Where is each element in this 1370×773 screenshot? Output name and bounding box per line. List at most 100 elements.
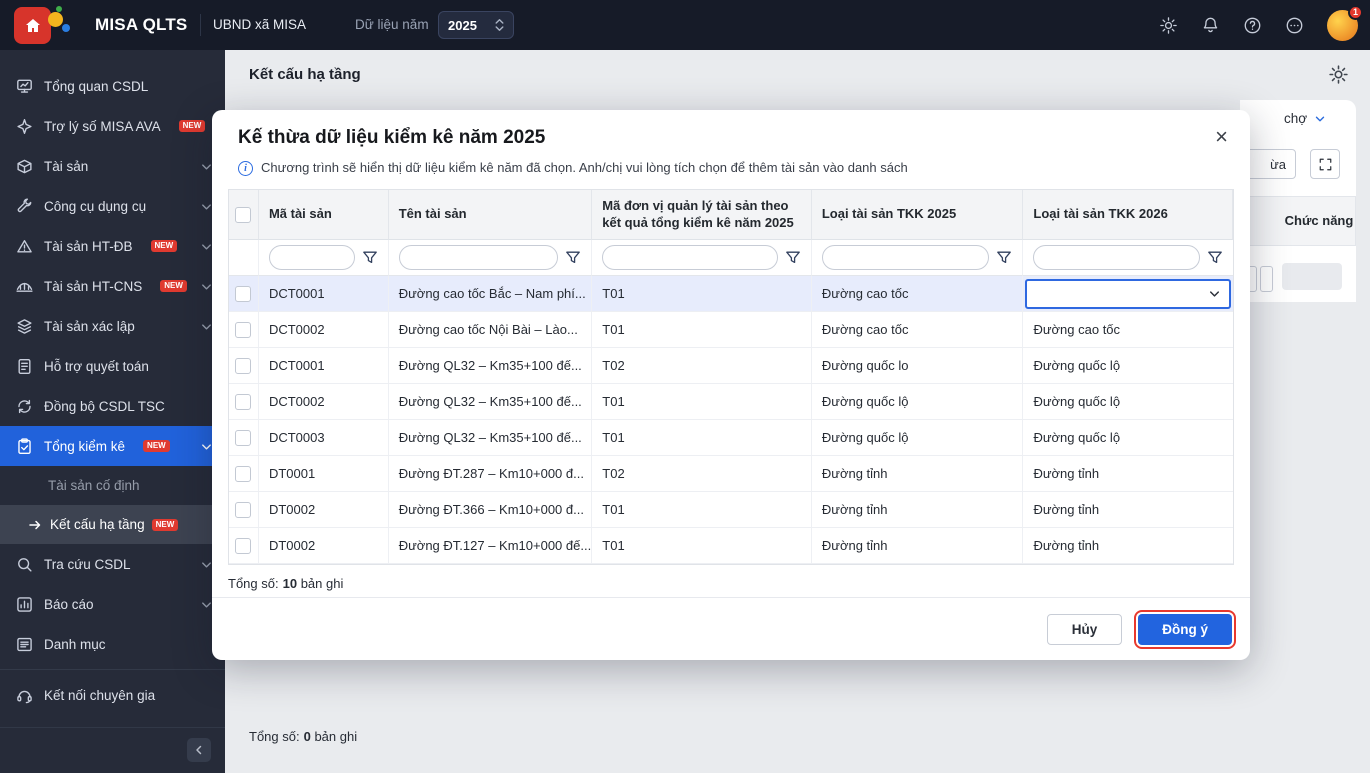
table-row[interactable]: DCT0001 Đường QL32 – Km35+100 đế... T02 … xyxy=(229,348,1234,384)
settings-gear-icon[interactable] xyxy=(1159,16,1178,35)
year-selector[interactable]: 2025 xyxy=(438,11,514,39)
notifications-bell-icon[interactable] xyxy=(1201,16,1220,35)
expand-icon xyxy=(1319,158,1331,170)
type-2026-combobox[interactable] xyxy=(1025,278,1231,309)
sidebar-item-bao-cao[interactable]: Báo cáo xyxy=(0,584,225,624)
filter-funnel-icon[interactable] xyxy=(362,250,378,266)
year-stepper-icon[interactable] xyxy=(495,17,504,33)
filter-funnel-icon[interactable] xyxy=(996,250,1012,266)
filter-code-input[interactable] xyxy=(268,245,355,270)
table-row[interactable]: DCT0002 Đường cao tốc Nội Bài – Lào... T… xyxy=(229,312,1234,348)
column-header-code: Mã tài sản xyxy=(258,190,389,240)
cell-type-2025: Đường quốc lo xyxy=(811,348,1024,384)
row-checkbox[interactable] xyxy=(235,357,252,374)
header-actions: 1 xyxy=(1159,0,1363,50)
background-fragment xyxy=(1282,263,1342,290)
sidebar-item-tro-ly-so[interactable]: Trợ lý số MISA AVA NEW xyxy=(0,106,225,146)
cell-name: Đường QL32 – Km35+100 đế... xyxy=(388,348,593,384)
arrow-right-icon xyxy=(28,518,42,532)
filter-type-2025-input[interactable] xyxy=(821,245,990,270)
filter-funnel-icon[interactable] xyxy=(1207,250,1223,266)
cell-type-2025: Đường tỉnh xyxy=(811,492,1024,528)
sidebar-item-danh-muc[interactable]: Danh mục xyxy=(0,624,225,664)
sidebar-item-dong-bo-csdl-tsc[interactable]: Đồng bộ CSDL TSC xyxy=(0,386,225,426)
sidebar-item-label: Tài sản xác lập xyxy=(44,318,135,334)
close-icon[interactable]: × xyxy=(1211,126,1232,148)
list-icon xyxy=(16,636,33,653)
sidebar-item-label: Trợ lý số MISA AVA xyxy=(44,118,161,134)
sidebar-subitem-tai-san-co-dinh[interactable]: Tài sản cố định xyxy=(0,466,225,505)
sidebar-item-label: Tài sản xyxy=(44,158,89,174)
sidebar-item-label: Tài sản HT-CNS xyxy=(44,278,143,294)
cancel-button[interactable]: Hủy xyxy=(1046,613,1123,645)
filter-funnel-icon[interactable] xyxy=(565,250,581,266)
dashboard-icon xyxy=(16,78,33,95)
confirm-button[interactable]: Đồng ý xyxy=(1134,609,1236,649)
row-checkbox[interactable] xyxy=(235,501,252,518)
cell-unit: T01 xyxy=(592,528,812,564)
filter-unit-input[interactable] xyxy=(602,245,778,270)
sidebar-item-tai-san-ht-cns[interactable]: Tài sản HT-CNS NEW xyxy=(0,266,225,306)
expand-fullscreen-button[interactable] xyxy=(1310,149,1340,179)
table-row[interactable]: DT0002 Đường ĐT.366 – Km10+000 đ... T01 … xyxy=(229,492,1234,528)
row-checkbox[interactable] xyxy=(235,321,252,338)
cell-type-2026: Đường tỉnh xyxy=(1023,528,1234,564)
column-header-type-2025: Loại tài sản TKK 2025 xyxy=(811,190,1024,240)
cell-name: Đường cao tốc Bắc – Nam phí... xyxy=(388,276,593,312)
row-checkbox[interactable] xyxy=(235,285,252,302)
top-header: MISA QLTS UBND xã MISA Dữ liệu năm 2025 … xyxy=(0,0,1370,50)
bridge-icon xyxy=(16,278,33,295)
row-checkbox[interactable] xyxy=(235,429,252,446)
total-count: 0 xyxy=(303,729,311,744)
sidebar-item-tai-san[interactable]: Tài sản xyxy=(0,146,225,186)
filter-funnel-icon[interactable] xyxy=(785,250,801,266)
filter-name-input[interactable] xyxy=(398,245,559,270)
total-count: 10 xyxy=(282,576,298,591)
row-checkbox[interactable] xyxy=(235,393,252,410)
background-filter-dropdown[interactable]: chợ xyxy=(1284,111,1327,126)
total-unit: bản ghi xyxy=(300,576,344,591)
more-options-icon[interactable] xyxy=(1285,16,1304,35)
column-header-type-2026: Loại tài sản TKK 2026 xyxy=(1023,190,1233,240)
row-checkbox[interactable] xyxy=(235,465,252,482)
sidebar-item-tra-cuu-csdl[interactable]: Tra cứu CSDL xyxy=(0,544,225,584)
layers-icon xyxy=(16,318,33,335)
table-row[interactable]: DT0001 Đường ĐT.287 – Km10+000 đ... T02 … xyxy=(229,456,1234,492)
sidebar-collapse-button[interactable] xyxy=(187,738,211,762)
total-unit: bản ghi xyxy=(314,729,358,744)
notification-count-badge: 1 xyxy=(1348,4,1363,20)
headset-icon xyxy=(16,687,33,704)
sidebar-item-tai-san-xac-lap[interactable]: Tài sản xác lập xyxy=(0,306,225,346)
cell-unit: T01 xyxy=(592,492,812,528)
sidebar-subitem-ket-cau-ha-tang[interactable]: Kết cấu hạ tầng NEW xyxy=(0,505,225,544)
select-all-checkbox[interactable] xyxy=(235,206,252,223)
table-row[interactable]: DT0002 Đường ĐT.127 – Km10+000 đế... T01… xyxy=(229,528,1234,564)
modal-title: Kế thừa dữ liệu kiểm kê năm 2025 xyxy=(238,127,546,148)
year-value: 2025 xyxy=(448,17,477,33)
help-icon[interactable] xyxy=(1243,16,1262,35)
table-row[interactable]: DCT0003 Đường QL32 – Km35+100 đế... T01 … xyxy=(229,420,1234,456)
table-row[interactable]: DCT0001 Đường cao tốc Bắc – Nam phí... T… xyxy=(229,276,1233,312)
cell-code: DCT0002 xyxy=(258,312,389,348)
inventory-table: Mã tài sản Tên tài sản Mã đơn vị quản lý… xyxy=(228,189,1234,565)
sidebar-item-tong-quan-csdl[interactable]: Tổng quan CSDL xyxy=(0,66,225,106)
table-row[interactable]: DCT0002 Đường QL32 – Km35+100 đế... T01 … xyxy=(229,384,1234,420)
sidebar-item-cong-cu-dung-cu[interactable]: Công cụ dụng cụ xyxy=(0,186,225,226)
page-settings-gear-icon[interactable] xyxy=(1328,64,1349,90)
row-checkbox[interactable] xyxy=(235,537,252,554)
user-avatar[interactable]: 1 xyxy=(1327,4,1363,41)
sidebar-item-label: Tài sản cố định xyxy=(48,478,140,493)
sync-icon xyxy=(16,398,33,415)
page-title: Kết cấu hạ tầng xyxy=(249,66,361,83)
cell-unit: T01 xyxy=(592,420,812,456)
filter-type-2026-input[interactable] xyxy=(1033,245,1201,270)
chevron-down-icon xyxy=(1315,116,1325,121)
sidebar-item-ket-noi-chuyen-gia[interactable]: Kết nối chuyên gia xyxy=(0,675,225,715)
cell-type-2025: Đường quốc lộ xyxy=(811,420,1024,456)
sidebar-item-tong-kiem-ke[interactable]: Tổng kiểm kê NEW xyxy=(0,426,225,466)
cell-code: DT0002 xyxy=(258,492,389,528)
sidebar-item-ho-tro-quyet-toan[interactable]: Hỗ trợ quyết toán xyxy=(0,346,225,386)
sidebar-nav: Tổng quan CSDL Trợ lý số MISA AVA NEW Tà… xyxy=(0,50,225,773)
logo-decor-dot xyxy=(56,6,62,12)
sidebar-item-tai-san-ht-db[interactable]: Tài sản HT-ĐB NEW xyxy=(0,226,225,266)
